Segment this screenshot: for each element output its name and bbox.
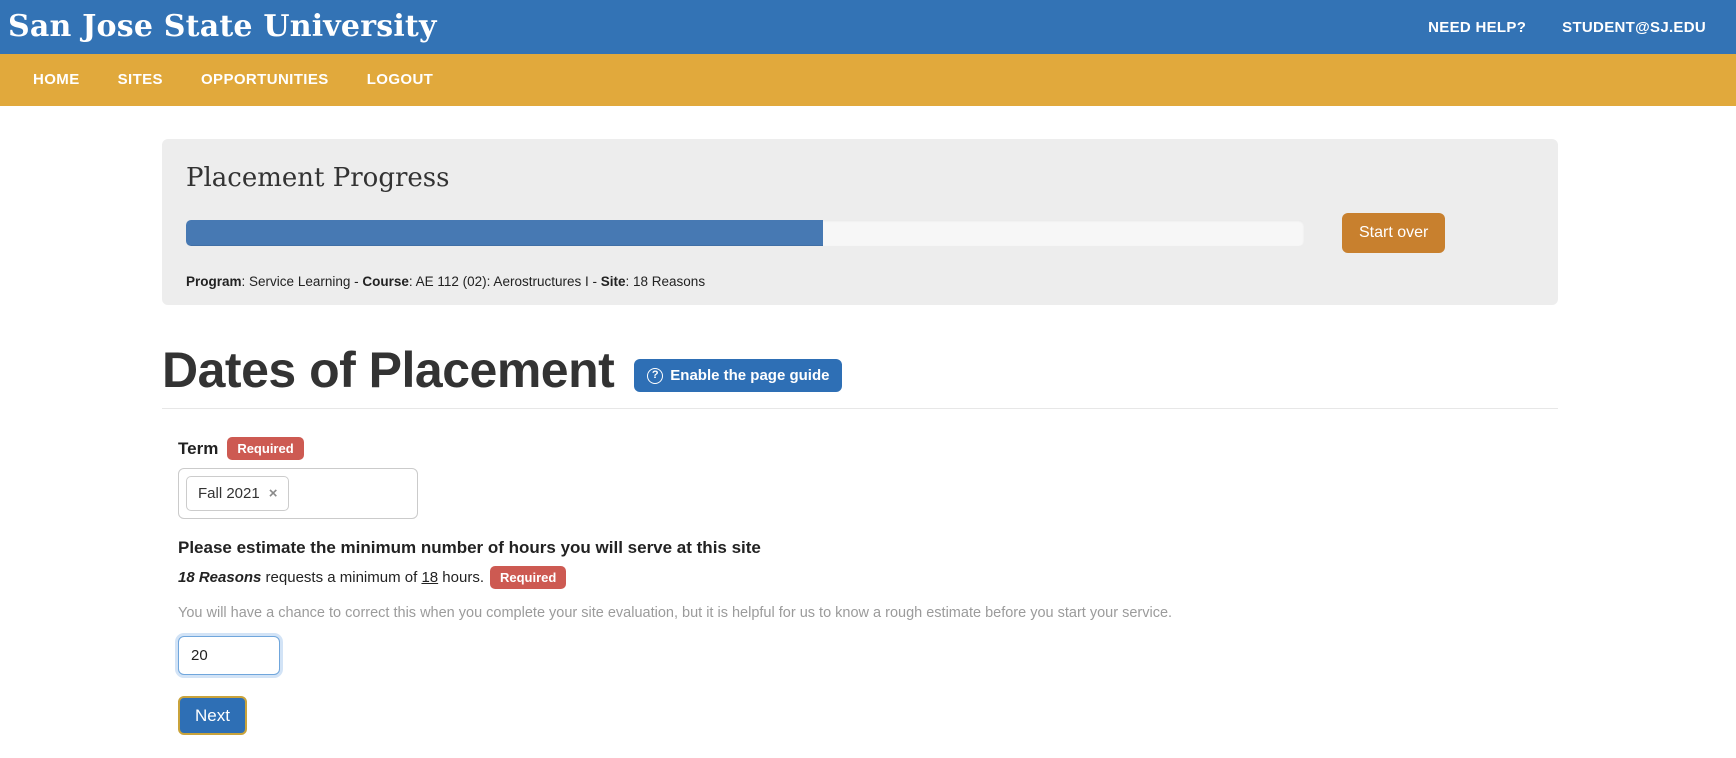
placement-summary: Program: Service Learning - Course: AE 1… xyxy=(186,274,1534,290)
summary-colon: : xyxy=(626,274,634,289)
term-field: Term Required Fall 2021 × xyxy=(178,437,1558,519)
top-header-bar: San Jose State University NEED HELP? STU… xyxy=(0,0,1736,54)
header-links: NEED HELP? STUDENT@SJ.EDU xyxy=(1428,19,1706,36)
summary-separator: - xyxy=(350,274,362,289)
requirement-text: requests a minimum of xyxy=(261,569,421,586)
summary-colon: : xyxy=(242,274,250,289)
nav-item-home[interactable]: HOME xyxy=(14,54,99,106)
site-name: 18 Reasons xyxy=(178,569,261,586)
progress-bar-track xyxy=(186,220,1304,246)
placement-progress-panel: Placement Progress Start over Program: S… xyxy=(162,139,1558,305)
question-circle-icon: ? xyxy=(647,368,663,384)
term-selected-tag: Fall 2021 × xyxy=(186,476,289,511)
term-required-badge: Required xyxy=(227,437,303,460)
dates-of-placement-form: Term Required Fall 2021 × Please estimat… xyxy=(162,437,1558,735)
main-nav: HOME SITES OPPORTUNITIES LOGOUT xyxy=(0,54,1736,106)
user-email-link[interactable]: STUDENT@SJ.EDU xyxy=(1562,19,1706,36)
remove-term-icon[interactable]: × xyxy=(269,484,278,503)
progress-row: Start over xyxy=(186,213,1534,253)
next-button[interactable]: Next xyxy=(178,696,247,735)
hours-input[interactable] xyxy=(178,636,280,675)
summary-site-label: Site xyxy=(601,274,626,289)
summary-site-value: 18 Reasons xyxy=(633,274,705,289)
start-over-button[interactable]: Start over xyxy=(1342,213,1445,253)
need-help-link[interactable]: NEED HELP? xyxy=(1428,19,1526,36)
guide-button-label: Enable the page guide xyxy=(670,366,829,385)
summary-course-label: Course xyxy=(362,274,409,289)
requirement-text-end: hours. xyxy=(438,569,484,586)
term-label: Term xyxy=(178,439,218,459)
minimum-hours-value: 18 xyxy=(421,569,438,586)
nav-item-logout[interactable]: LOGOUT xyxy=(348,54,453,106)
progress-bar-fill xyxy=(186,220,823,246)
summary-colon: : xyxy=(409,274,416,289)
term-label-row: Term Required xyxy=(178,437,1558,460)
hours-field: Please estimate the minimum number of ho… xyxy=(178,538,1558,735)
page-title: Dates of Placement xyxy=(162,343,614,397)
summary-program-label: Program xyxy=(186,274,242,289)
hours-requirement-line: 18 Reasons requests a minimum of 18 hour… xyxy=(178,566,1558,589)
hours-required-badge: Required xyxy=(490,566,566,589)
term-tag-label: Fall 2021 xyxy=(198,484,260,503)
nav-item-sites[interactable]: SITES xyxy=(99,54,182,106)
main-content: Placement Progress Start over Program: S… xyxy=(162,139,1558,735)
hours-helper-text: You will have a chance to correct this w… xyxy=(178,604,1558,622)
summary-course-value: AE 112 (02): Aerostructures I xyxy=(416,274,589,289)
next-button-row: Next xyxy=(178,696,1558,735)
enable-page-guide-button[interactable]: ? Enable the page guide xyxy=(634,359,842,392)
university-brand[interactable]: San Jose State University xyxy=(8,0,437,54)
page-title-row: Dates of Placement ? Enable the page gui… xyxy=(162,343,1558,397)
summary-separator: - xyxy=(589,274,601,289)
summary-program-value: Service Learning xyxy=(249,274,350,289)
nav-item-opportunities[interactable]: OPPORTUNITIES xyxy=(182,54,348,106)
title-divider xyxy=(162,408,1558,409)
hours-question-label: Please estimate the minimum number of ho… xyxy=(178,538,1558,558)
term-select[interactable]: Fall 2021 × xyxy=(178,468,418,519)
panel-title: Placement Progress xyxy=(186,163,1534,193)
